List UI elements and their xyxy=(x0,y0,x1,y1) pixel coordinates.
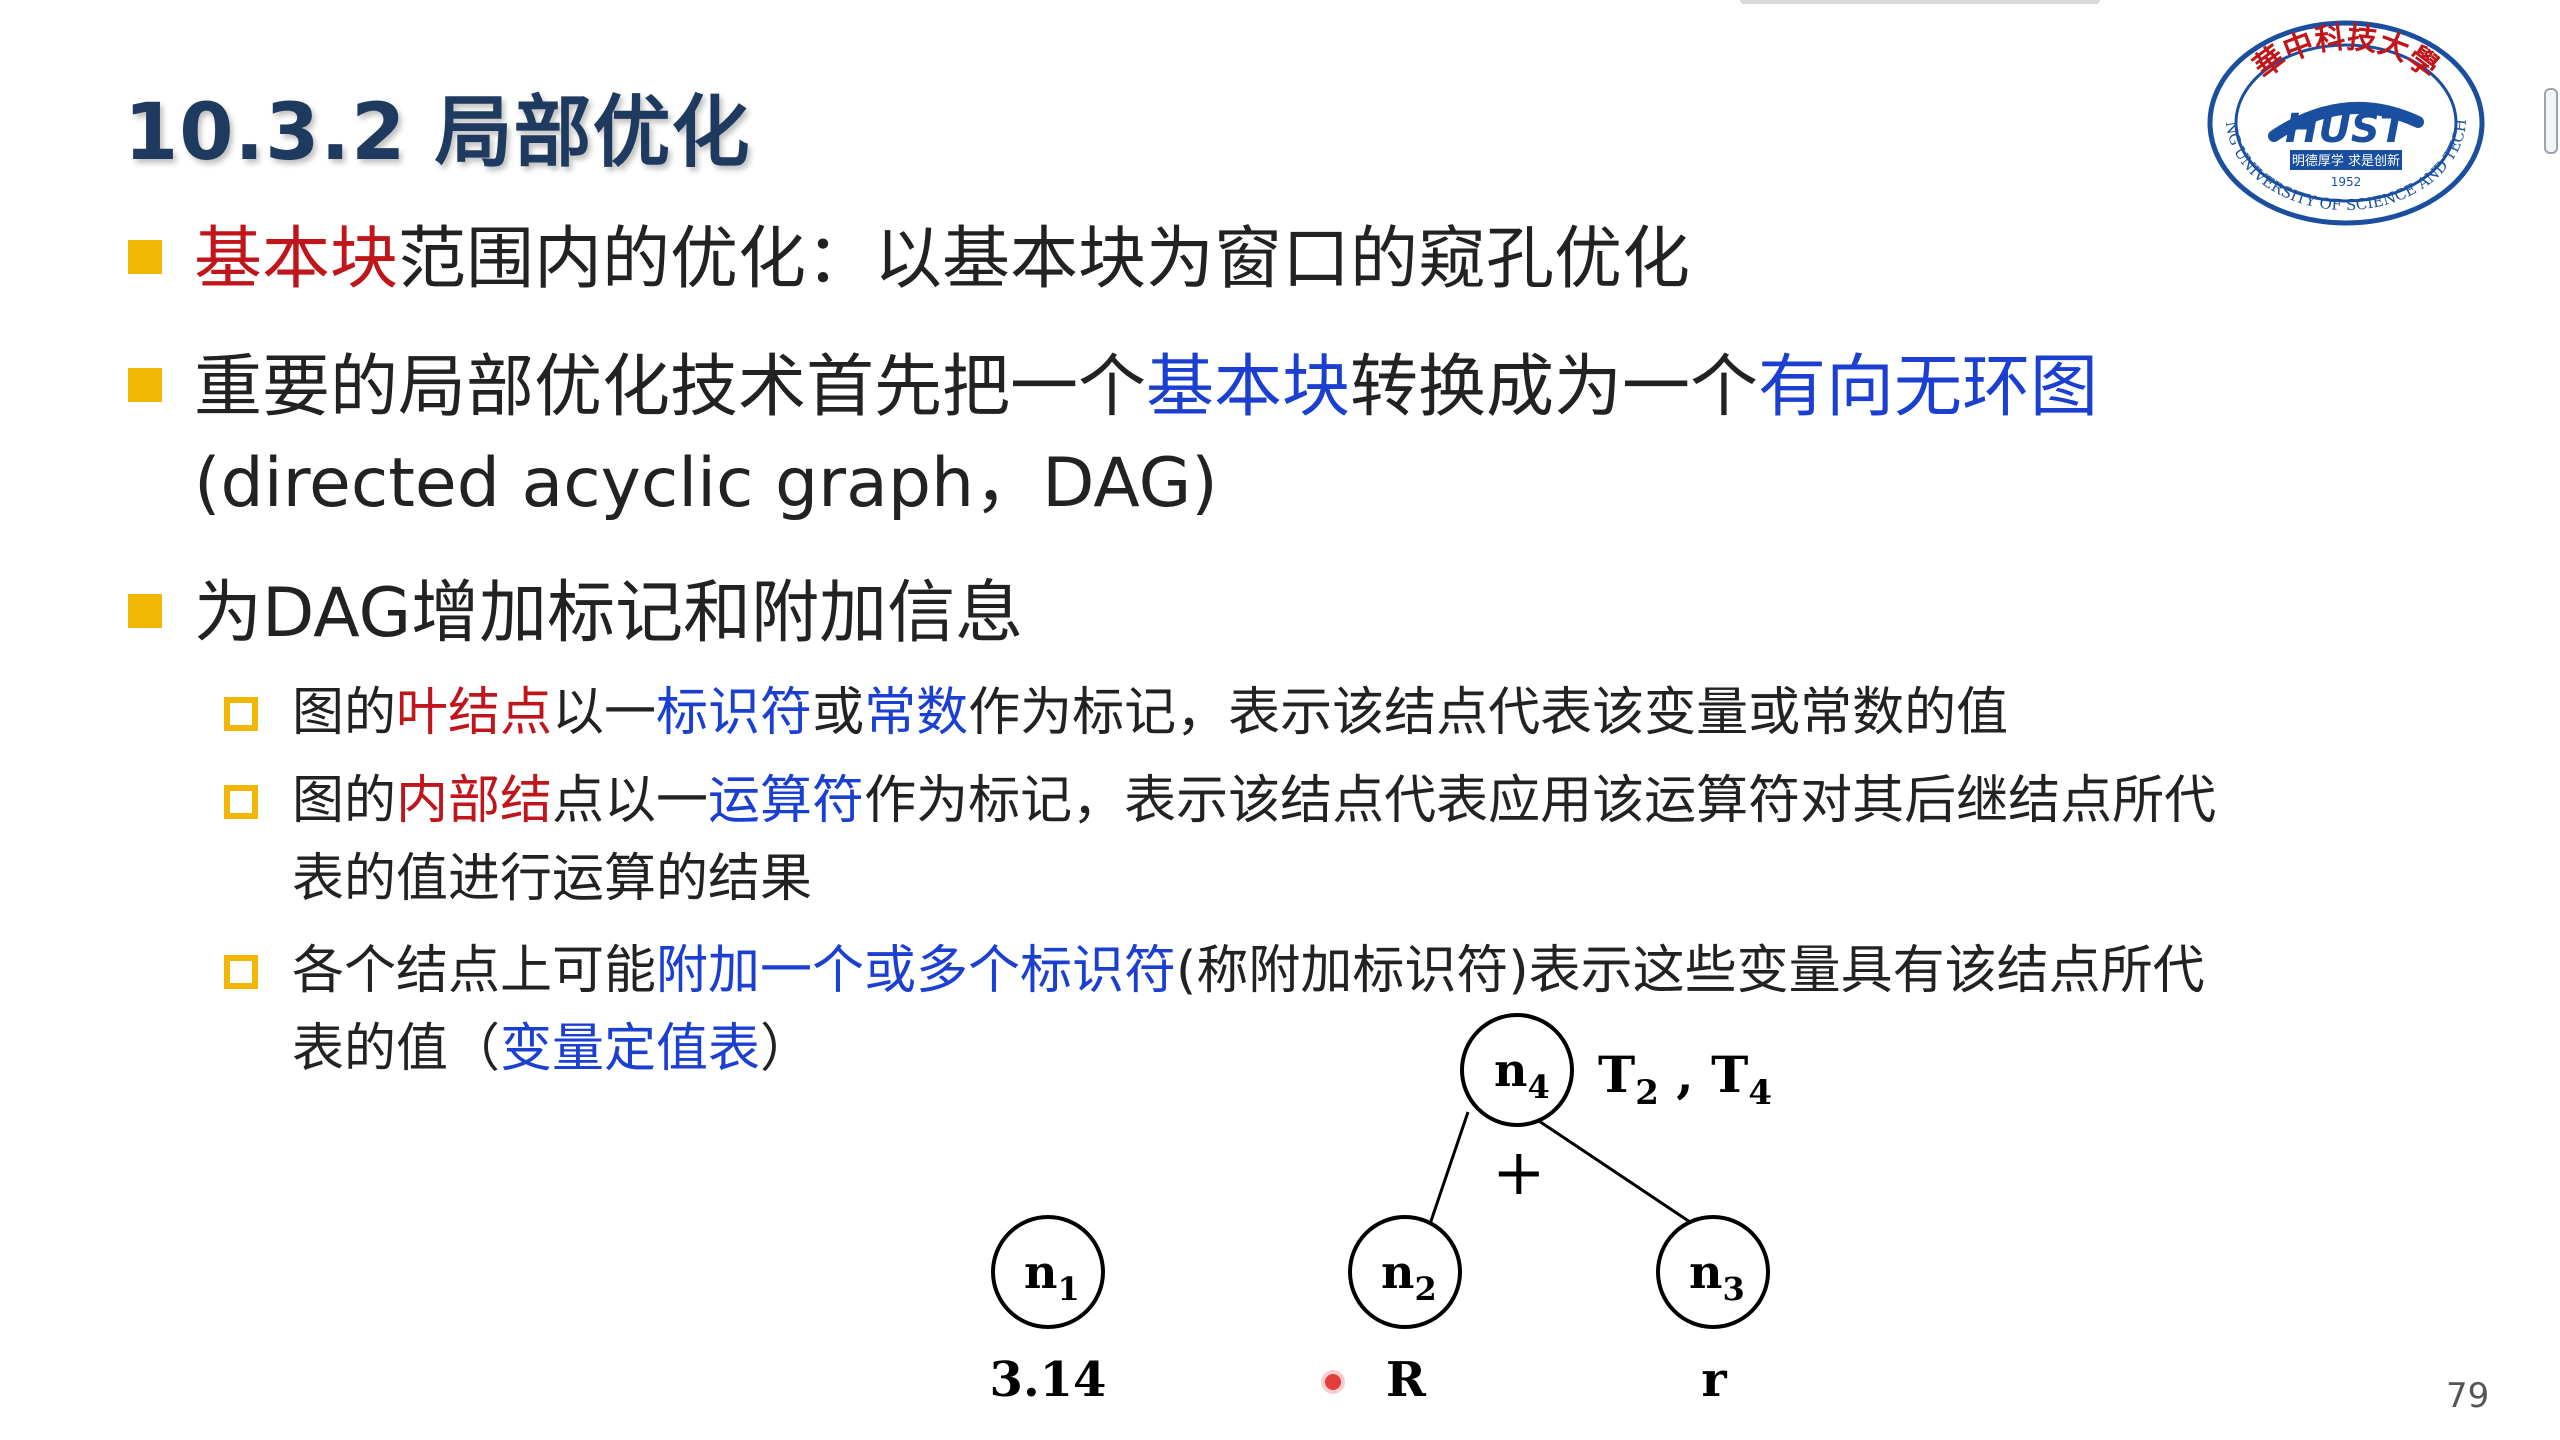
dag-node-n3: n3 xyxy=(1656,1215,1770,1329)
n3-leaf-label: r xyxy=(1701,1352,1727,1408)
n4-operator: + xyxy=(1492,1136,1546,1210)
n1-leaf-label: 3.14 xyxy=(990,1352,1107,1408)
dag-node-n2: n2 xyxy=(1348,1215,1462,1329)
page-number: 79 xyxy=(2446,1376,2490,1416)
dag-node-n4: n4 xyxy=(1460,1013,1574,1127)
slide: 10.3.2 局部优化 華中科技大學 HUAZHONG UNIVERSITY O… xyxy=(0,0,2560,1440)
laser-pointer-dot xyxy=(1325,1374,1341,1390)
n4-attached-identifiers: T2 , T4 xyxy=(1598,1045,1772,1113)
dag-node-n1: n1 xyxy=(991,1215,1105,1329)
n2-leaf-label: R xyxy=(1386,1352,1427,1408)
edge-n4-n3 xyxy=(1529,1113,1691,1224)
edge-n4-n2 xyxy=(1428,1111,1470,1225)
dag-diagram: n4 T2 , T4 + n1 3.14 n2 R n3 r xyxy=(990,1013,1772,1408)
